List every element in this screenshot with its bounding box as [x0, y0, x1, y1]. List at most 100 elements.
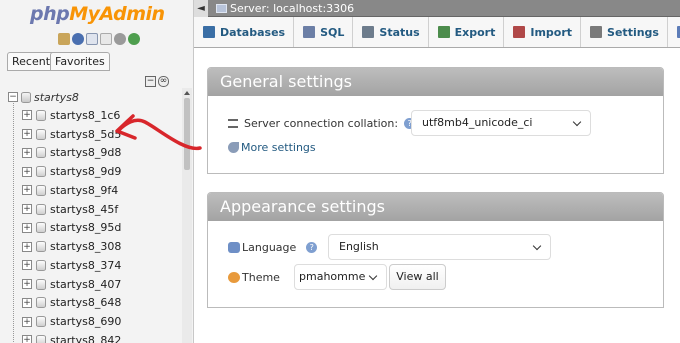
tab-recent[interactable]: Recent: [7, 52, 56, 71]
expand-icon[interactable]: +: [22, 316, 32, 327]
expand-icon[interactable]: +: [22, 335, 32, 343]
collation-icon: [228, 119, 238, 128]
database-item[interactable]: + startys8_308: [0, 237, 182, 256]
expand-icon[interactable]: +: [22, 222, 32, 233]
database-item[interactable]: + startys8_407: [0, 275, 182, 294]
export-icon: [437, 26, 450, 38]
tab-label: Databases: [220, 25, 286, 39]
database-item[interactable]: + startys8_842: [0, 331, 182, 343]
database-name: startys8_308: [50, 240, 122, 254]
tab-favorites[interactable]: Favorites: [50, 52, 110, 71]
collapse-icon[interactable]: −: [8, 92, 18, 102]
annotation-arrow-shaft: [117, 118, 202, 151]
database-item[interactable]: + startys8_95d: [0, 219, 182, 238]
database-icon: [36, 297, 46, 309]
status-icon: [362, 26, 375, 38]
collation-select-value: utf8mb4_unicode_ci: [422, 116, 533, 129]
expand-icon[interactable]: +: [22, 129, 32, 140]
more-settings-link[interactable]: More settings: [241, 141, 316, 154]
wrench-icon: [228, 142, 239, 153]
theme-select[interactable]: pmahomme: [294, 264, 387, 290]
tab-label: Settings: [607, 25, 659, 39]
database-icon: [36, 334, 46, 343]
database-icon: [36, 166, 46, 178]
server-label[interactable]: Server: localhost:3306: [230, 2, 354, 15]
general-settings-panel: General settings Server connection colla…: [207, 67, 664, 174]
home-icon[interactable]: [58, 33, 70, 45]
view-all-themes-button[interactable]: View all: [389, 264, 446, 290]
collapse-all-icon[interactable]: −: [145, 76, 156, 87]
help-icon[interactable]: ?: [306, 242, 318, 253]
database-item[interactable]: + startys8_374: [0, 256, 182, 275]
database-icon: [36, 203, 46, 215]
database-item[interactable]: + startys8_45f: [0, 200, 182, 219]
language-select-value: English: [339, 240, 379, 253]
tab-status[interactable]: Status: [353, 17, 429, 47]
expand-icon[interactable]: +: [22, 279, 32, 290]
nav-icon-bar: [58, 33, 140, 45]
database-name: startys8_374: [50, 258, 122, 272]
sql-docs-icon[interactable]: [100, 33, 112, 45]
chevron-down-icon: [532, 241, 542, 251]
database-group-icon: [21, 91, 31, 103]
more-settings-row: More settings: [228, 141, 316, 154]
database-item[interactable]: + startys8_9f4: [0, 181, 182, 200]
theme-icon: [228, 272, 240, 283]
tab-settings[interactable]: Settings: [581, 17, 668, 47]
language-select[interactable]: English: [328, 234, 551, 260]
navigation-panel: phpMyAdmin Recent Favorites − ∞ − starty…: [0, 0, 194, 343]
appearance-settings-title: Appearance settings: [208, 193, 663, 221]
database-name: startys8_407: [50, 277, 122, 291]
database-icon: [36, 316, 46, 328]
expand-icon[interactable]: +: [22, 297, 32, 308]
database-icon: [36, 147, 46, 159]
tab-v[interactable]: V: [668, 17, 680, 47]
language-icon: [228, 242, 240, 253]
tab-label: Import: [530, 25, 573, 39]
expand-icon[interactable]: +: [22, 147, 32, 158]
docs-icon[interactable]: [86, 33, 98, 45]
appearance-settings-panel: Appearance settings Language ? English T…: [207, 192, 664, 308]
theme-label: Theme: [242, 271, 280, 284]
server-icon: [216, 3, 227, 13]
scroll-up-icon[interactable]: [184, 91, 190, 95]
database-name: startys8_95d: [50, 221, 122, 235]
database-name: startys8_842: [50, 333, 122, 343]
database-item[interactable]: + startys8_648: [0, 294, 182, 313]
expand-icon[interactable]: +: [22, 166, 32, 177]
tab-label: Export: [454, 25, 496, 39]
tab-import[interactable]: Import: [504, 17, 582, 47]
expand-icon[interactable]: +: [22, 110, 32, 121]
database-name: startys8_9d9: [50, 165, 122, 179]
expand-icon[interactable]: +: [22, 204, 32, 215]
database-name: startys8_648: [50, 296, 122, 310]
phpmyadmin-logo[interactable]: phpMyAdmin: [30, 3, 165, 25]
expand-icon[interactable]: +: [22, 241, 32, 252]
expand-icon[interactable]: +: [22, 185, 32, 196]
link-with-main-icon[interactable]: ∞: [158, 76, 169, 87]
general-settings-title: General settings: [208, 68, 663, 96]
tab-export[interactable]: Export: [429, 17, 505, 47]
gear-icon[interactable]: [114, 33, 126, 45]
theme-row: Theme: [228, 271, 280, 284]
expand-icon[interactable]: +: [22, 260, 32, 271]
annotation-arrow: [115, 114, 202, 151]
logout-icon[interactable]: [72, 33, 84, 45]
tab-databases[interactable]: Databases: [194, 17, 295, 47]
theme-select-value: pmahomme: [299, 270, 366, 283]
database-item[interactable]: + startys8_690: [0, 312, 182, 331]
sql-icon: [303, 26, 316, 38]
reload-icon[interactable]: [128, 33, 140, 45]
tab-label: Status: [379, 25, 420, 39]
database-item[interactable]: + startys8_9d9: [0, 162, 182, 181]
collation-select[interactable]: utf8mb4_unicode_ci: [411, 110, 591, 136]
database-icon: [36, 259, 46, 271]
tab-sql[interactable]: SQL: [294, 17, 354, 47]
nav-toolbar: − ∞: [145, 76, 169, 87]
database-name: startys8_45f: [50, 202, 119, 216]
server-breadcrumb-bar: ◄ Server: localhost:3306: [194, 0, 680, 17]
tree-root-label: startys8: [34, 90, 79, 104]
back-icon[interactable]: ◄: [194, 0, 208, 17]
top-menu-tabs: Databases SQL Status Export Import Settings V: [194, 17, 680, 48]
language-row: Language ?: [228, 241, 318, 254]
